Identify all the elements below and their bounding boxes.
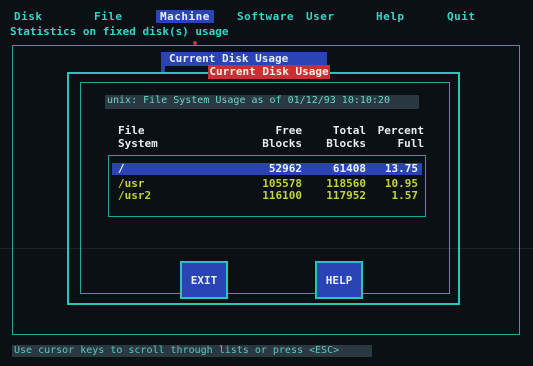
- tab-shadow: [161, 66, 165, 72]
- status-line: Statistics on fixed disk(s) usage: [10, 25, 229, 38]
- header-total-blocks: Total Blocks: [318, 124, 366, 150]
- header-total-line2: Blocks: [326, 137, 366, 150]
- menu-machine[interactable]: Machine: [156, 10, 214, 23]
- scanline-divider: [0, 248, 533, 249]
- cell-total: 117952: [326, 189, 366, 202]
- cell-percent: 1.57: [391, 189, 419, 202]
- cell-fs: /: [118, 162, 125, 175]
- header-free-line2: Blocks: [262, 137, 302, 150]
- menu-quit[interactable]: Quit: [447, 10, 476, 23]
- cell-percent: 13.75: [384, 162, 418, 175]
- cell-total: 61408: [332, 162, 366, 175]
- header-file-system: File System: [118, 124, 158, 150]
- cell-free: 52962: [268, 162, 302, 175]
- bottom-hint-bar: Use cursor keys to scroll through lists …: [12, 345, 372, 357]
- table-row[interactable]: /usr2 116100 117952 1.57: [112, 190, 422, 202]
- menu-help[interactable]: Help: [376, 10, 405, 23]
- menu-file[interactable]: File: [94, 10, 123, 23]
- table-row[interactable]: / 52962 61408 13.75: [112, 163, 422, 175]
- header-percent-line2: Full: [397, 137, 425, 150]
- header-percent-full: Percent Full: [368, 124, 424, 150]
- menu-user[interactable]: User: [306, 10, 335, 23]
- cell-fs: /usr2: [118, 189, 152, 202]
- header-total-line1: Total: [332, 124, 366, 137]
- header-fs-line1: File: [118, 124, 145, 137]
- help-button[interactable]: HELP: [315, 261, 363, 299]
- header-free-blocks: Free Blocks: [250, 124, 302, 150]
- filesystem-path-bar: unix: File System Usage as of 01/12/93 1…: [105, 95, 419, 109]
- exit-button[interactable]: EXIT: [180, 261, 228, 299]
- cell-free: 116100: [262, 189, 302, 202]
- menu-disk[interactable]: Disk: [14, 10, 43, 23]
- tab-current-disk-usage-front[interactable]: Current Disk Usage: [208, 65, 330, 79]
- header-fs-line2: System: [118, 137, 158, 150]
- menu-bar: Disk File Machine Software User Help Qui…: [0, 10, 533, 24]
- header-free-line1: Free: [275, 124, 303, 137]
- header-percent-line1: Percent: [377, 124, 424, 137]
- tab-current-disk-usage-back[interactable]: Current Disk Usage: [161, 52, 327, 66]
- menu-software[interactable]: Software: [237, 10, 294, 23]
